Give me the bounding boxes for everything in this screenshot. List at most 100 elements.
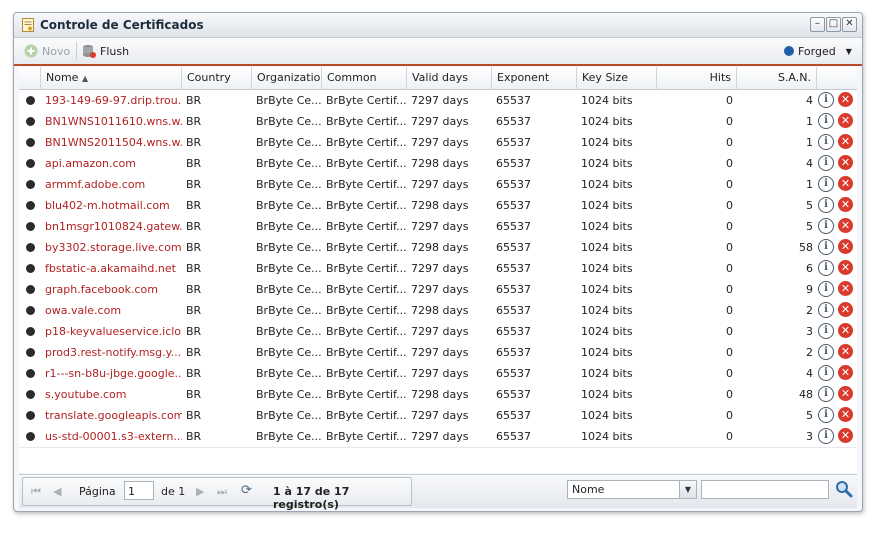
- page-number-input[interactable]: 1: [124, 481, 154, 500]
- info-icon[interactable]: i: [818, 218, 834, 234]
- header-common[interactable]: Common: [322, 67, 407, 89]
- info-icon[interactable]: i: [818, 176, 834, 192]
- cell-key-size: 1024 bits: [581, 178, 633, 191]
- table-row[interactable]: graph.facebook.com BR BrByte Ce... BrByte C…: [19, 279, 857, 301]
- delete-icon[interactable]: ✕: [838, 365, 853, 380]
- table-row[interactable]: owa.vale.com BR BrByte Ce... BrByte Certif.…: [19, 300, 857, 322]
- last-page-icon[interactable]: ⏭: [217, 485, 227, 499]
- cell-exponent: 65537: [496, 367, 531, 380]
- delete-icon[interactable]: ✕: [838, 407, 853, 422]
- grid-header: Nome ▲ Country Organization Common Valid…: [19, 67, 857, 90]
- page-total-label: de 1: [161, 485, 186, 498]
- first-page-icon[interactable]: ⏮: [31, 485, 41, 499]
- table-row[interactable]: blu402-m.hotmail.com BR BrByte Ce... BrByte…: [19, 195, 857, 217]
- next-page-icon[interactable]: ▶: [196, 485, 204, 498]
- search-input[interactable]: [701, 480, 829, 499]
- info-icon[interactable]: i: [818, 281, 834, 297]
- table-row[interactable]: armmf.adobe.com BR BrByte Ce... BrByte Cert…: [19, 174, 857, 196]
- delete-icon[interactable]: ✕: [838, 113, 853, 128]
- header-nome[interactable]: Nome ▲: [41, 67, 182, 89]
- maximize-button[interactable]: □: [826, 17, 841, 32]
- header-valid-days[interactable]: Valid days: [407, 67, 492, 89]
- minimize-button[interactable]: –: [810, 17, 825, 32]
- info-icon[interactable]: i: [818, 155, 834, 171]
- table-row[interactable]: p18-keyvalueservice.iclo... BR BrByte Ce..…: [19, 321, 857, 343]
- header-key-size[interactable]: Key Size: [577, 67, 657, 89]
- chevron-down-icon[interactable]: ▼: [679, 481, 696, 498]
- info-icon[interactable]: i: [818, 260, 834, 276]
- mode-dropdown[interactable]: Forged ▼: [784, 42, 852, 60]
- info-icon[interactable]: i: [818, 344, 834, 360]
- info-icon[interactable]: i: [818, 386, 834, 402]
- table-row[interactable]: by3302.storage.live.com BR BrByte Ce... BrB…: [19, 237, 857, 259]
- delete-icon[interactable]: ✕: [838, 218, 853, 233]
- cell-key-size: 1024 bits: [581, 430, 633, 443]
- window-titlebar[interactable]: Controle de Certificados – □ ✕: [14, 13, 862, 38]
- info-icon[interactable]: i: [818, 134, 834, 150]
- status-dot-icon: [26, 432, 35, 441]
- delete-icon[interactable]: ✕: [838, 323, 853, 338]
- info-icon[interactable]: i: [818, 365, 834, 381]
- cell-exponent: 65537: [496, 283, 531, 296]
- delete-icon[interactable]: ✕: [838, 155, 853, 170]
- info-icon[interactable]: i: [818, 323, 834, 339]
- cell-common: BrByte Certif...: [326, 115, 407, 128]
- status-dot-icon: [784, 46, 794, 56]
- flush-button[interactable]: Flush: [82, 42, 129, 60]
- cell-nome: owa.vale.com: [45, 304, 122, 317]
- info-icon[interactable]: i: [818, 428, 834, 444]
- refresh-icon[interactable]: ⟳: [241, 483, 252, 498]
- table-row[interactable]: us-std-00001.s3-extern... BR BrByte Ce... B…: [19, 426, 857, 448]
- search-icon[interactable]: [835, 480, 853, 498]
- cell-hits: 0: [726, 157, 733, 170]
- cell-valid-days: 7297 days: [411, 220, 469, 233]
- table-row[interactable]: BN1WNS1011610.wns.w... BR BrByte Ce... BrBy…: [19, 111, 857, 133]
- delete-icon[interactable]: ✕: [838, 386, 853, 401]
- info-icon[interactable]: i: [818, 302, 834, 318]
- delete-icon[interactable]: ✕: [838, 176, 853, 191]
- cell-key-size: 1024 bits: [581, 199, 633, 212]
- header-country[interactable]: Country: [182, 67, 252, 89]
- table-row[interactable]: prod3.rest-notify.msg.y... BR BrByte Ce...…: [19, 342, 857, 364]
- delete-icon[interactable]: ✕: [838, 197, 853, 212]
- table-row[interactable]: fbstatic-a.akamaihd.net BR BrByte Ce... BrB…: [19, 258, 857, 280]
- close-window-button[interactable]: ✕: [842, 17, 857, 32]
- table-row[interactable]: api.amazon.com BR BrByte Ce... BrByte Certi…: [19, 153, 857, 175]
- table-row[interactable]: bn1msgr1010824.gatew... BR BrByte Ce... BrB…: [19, 216, 857, 238]
- delete-icon[interactable]: ✕: [838, 92, 853, 107]
- prev-page-icon[interactable]: ◀: [53, 485, 61, 498]
- info-icon[interactable]: i: [818, 239, 834, 255]
- cell-san: 2: [806, 346, 813, 359]
- cell-exponent: 65537: [496, 115, 531, 128]
- cell-country: BR: [186, 409, 202, 422]
- new-button[interactable]: Novo: [24, 42, 70, 60]
- delete-icon[interactable]: ✕: [838, 281, 853, 296]
- delete-icon[interactable]: ✕: [838, 344, 853, 359]
- table-row[interactable]: translate.googleapis.com BR BrByte Ce... Br…: [19, 405, 857, 427]
- table-row[interactable]: r1---sn-b8u-jbge.google... BR BrByte Ce...…: [19, 363, 857, 385]
- info-icon[interactable]: i: [818, 113, 834, 129]
- table-row[interactable]: 193-149-69-97.drip.trou... BR BrByte Ce...…: [19, 90, 857, 112]
- header-san[interactable]: S.A.N.: [737, 67, 817, 89]
- cell-organization: BrByte Ce...: [256, 325, 322, 338]
- search-field-select[interactable]: Nome ▼: [567, 480, 697, 499]
- delete-icon[interactable]: ✕: [838, 302, 853, 317]
- table-row[interactable]: BN1WNS2011504.wns.w... BR BrByte Ce... BrBy…: [19, 132, 857, 154]
- header-hits[interactable]: Hits: [657, 67, 737, 89]
- info-icon[interactable]: i: [818, 92, 834, 108]
- cell-san: 1: [806, 115, 813, 128]
- info-icon[interactable]: i: [818, 197, 834, 213]
- delete-icon[interactable]: ✕: [838, 134, 853, 149]
- header-exponent[interactable]: Exponent: [492, 67, 577, 89]
- cell-country: BR: [186, 325, 202, 338]
- header-organization[interactable]: Organization: [252, 67, 322, 89]
- delete-icon[interactable]: ✕: [838, 239, 853, 254]
- delete-icon[interactable]: ✕: [838, 260, 853, 275]
- status-dot-icon: [26, 348, 35, 357]
- info-icon[interactable]: i: [818, 407, 834, 423]
- cell-organization: BrByte Ce...: [256, 220, 322, 233]
- cell-key-size: 1024 bits: [581, 94, 633, 107]
- delete-icon[interactable]: ✕: [838, 428, 853, 443]
- table-row[interactable]: s.youtube.com BR BrByte Ce... BrByte Certif…: [19, 384, 857, 406]
- cell-hits: 0: [726, 115, 733, 128]
